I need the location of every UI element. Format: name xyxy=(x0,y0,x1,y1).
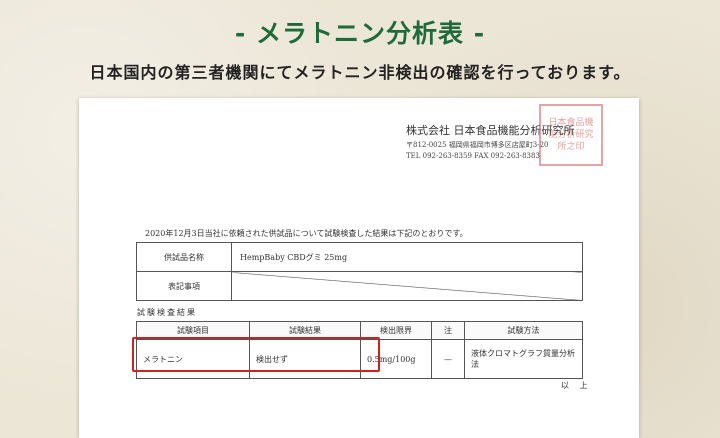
lab-postal-address: 〒812-0025 福岡県福岡市博多区店屋町3-20 xyxy=(406,141,549,149)
sample-name-label: 供試品名称 xyxy=(136,242,232,272)
results-title: 試験検査結果 xyxy=(137,308,197,317)
result-highlight-box xyxy=(132,337,380,372)
notation-value-empty xyxy=(231,271,583,301)
closing-mark: 以 上 xyxy=(561,381,592,390)
table-row: 供試品名称 HempBaby CBDグミ 25mg xyxy=(136,242,583,272)
header-test-method: 試験方法 xyxy=(464,321,583,340)
header-note: 注 xyxy=(431,321,465,340)
report-intro: 2020年12月3日当社に依頼された供試品について試験検査した結果は下記のとおり… xyxy=(145,229,468,238)
notation-label: 表記事項 xyxy=(136,271,232,301)
page-subheading: 日本国内の第三者機関にてメラトニン非検出の確認を行っております。 xyxy=(89,63,631,82)
company-seal-stamp: 日本食品機能分析研究所之印 xyxy=(539,104,603,166)
table-row: 表記事項 xyxy=(136,271,583,301)
page-heading: - メラトニン分析表 - xyxy=(234,19,486,48)
lab-contact: 〒812-0025 福岡県福岡市博多区店屋町3-20 TEL 092-263-8… xyxy=(406,140,549,162)
lab-phone-fax: TEL 092-263-8359 FAX 092-263-8383 xyxy=(406,152,540,160)
sample-name-value: HempBaby CBDグミ 25mg xyxy=(231,242,583,272)
analysis-report-document: 株式会社 日本食品機能分析研究所 〒812-0025 福岡県福岡市博多区店屋町3… xyxy=(79,98,639,438)
cell-test-method: 液体クロマトグラフ質量分析法 xyxy=(464,339,583,379)
cell-note: — xyxy=(431,339,465,379)
sample-info-table: 供試品名称 HempBaby CBDグミ 25mg 表記事項 xyxy=(136,242,583,301)
